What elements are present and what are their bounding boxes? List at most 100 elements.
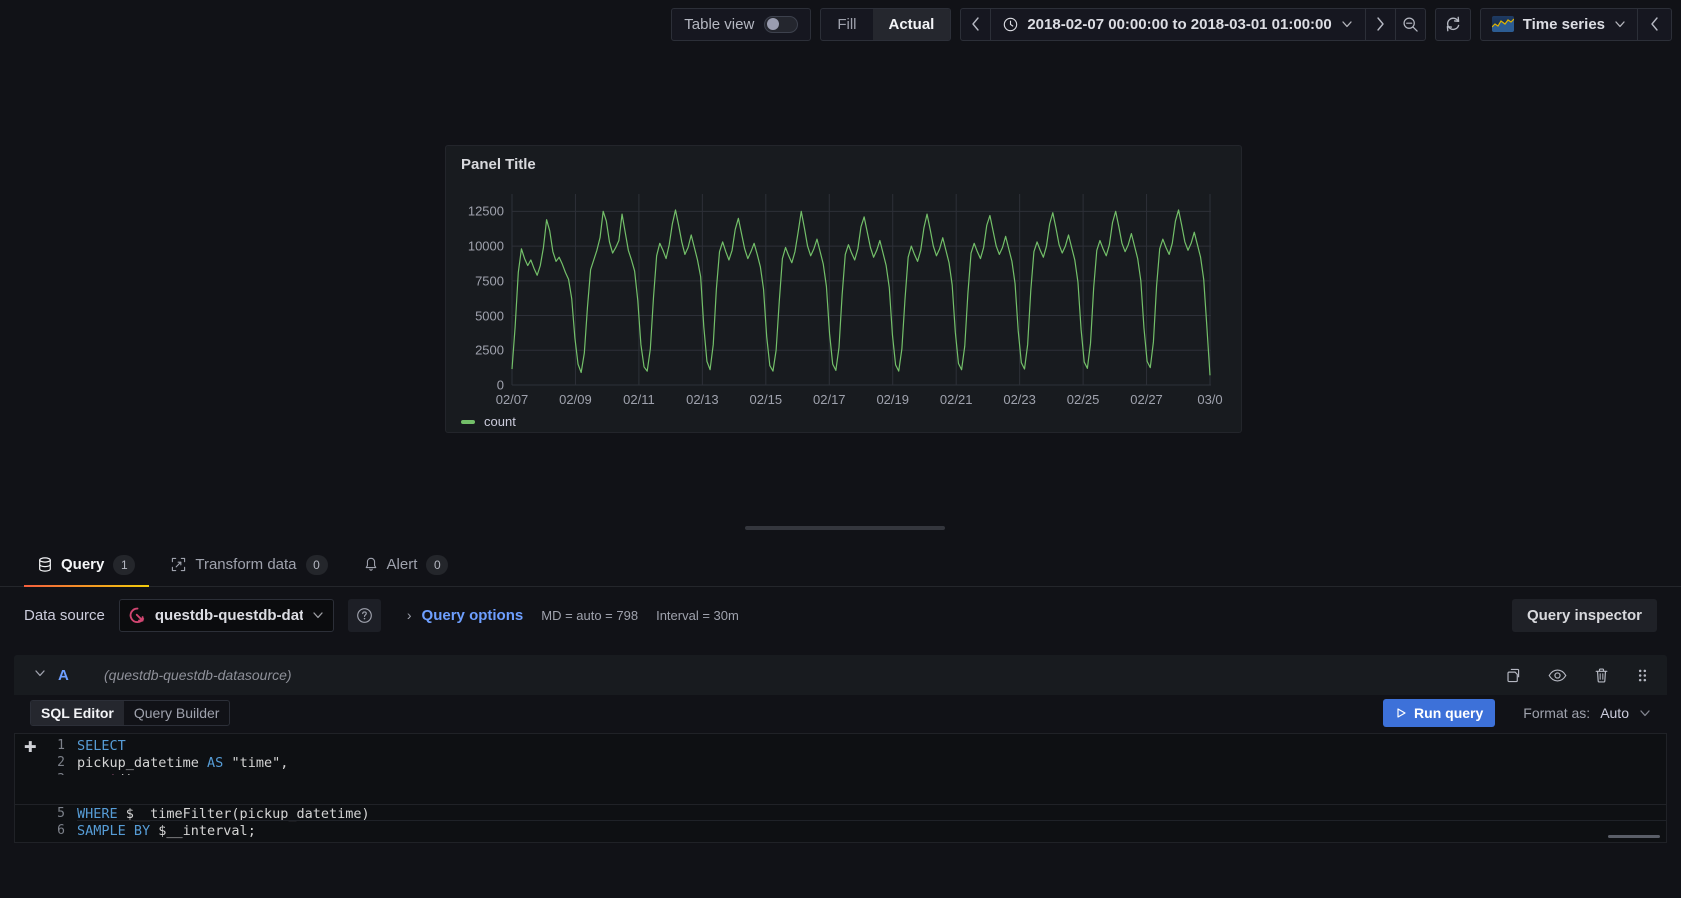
x-axis-tick-label: 02/11 — [623, 392, 655, 407]
line-number: 6 — [57, 823, 65, 838]
run-query-label: Run query — [1414, 705, 1484, 721]
max-data-points-text: MD = auto = 798 — [541, 607, 639, 623]
tab-query-label: Query — [61, 556, 105, 573]
database-icon — [39, 557, 51, 572]
fill-option[interactable]: Fill — [821, 9, 872, 40]
datasource-help-button[interactable] — [347, 598, 381, 632]
code-line[interactable]: SAMPLE BY $__interval; — [77, 823, 256, 839]
tab-query-badge: 1 — [113, 554, 136, 575]
x-axis-tick-label: 02/07 — [495, 392, 529, 407]
query-ref-id[interactable]: A — [58, 667, 100, 684]
line-number: 1 — [57, 738, 65, 753]
code-line[interactable]: pickup_datetime AS "time", — [77, 755, 288, 771]
collapse-options-pane-button[interactable] — [1637, 8, 1671, 40]
format-as-control[interactable]: Format as: Auto — [1505, 705, 1651, 721]
x-axis-tick-label: 02/23 — [1003, 392, 1036, 407]
run-query-button[interactable]: Run query — [1383, 699, 1496, 727]
play-icon — [1397, 708, 1406, 718]
actual-option[interactable]: Actual — [872, 8, 951, 40]
query-builder-tab[interactable]: Query Builder — [124, 701, 230, 725]
code-line-separator — [77, 820, 1666, 821]
time-range-picker[interactable]: 2018-02-07 00:00:00 to 2018-03-01 01:00:… — [960, 7, 1426, 41]
chevron-down-icon — [1640, 710, 1650, 717]
query-datasource-note: (questdb-questdb-datasource) — [104, 667, 292, 683]
chevron-down-icon — [1615, 21, 1625, 28]
time-series-plot[interactable] — [446, 184, 1243, 389]
query-collapse-button[interactable] — [26, 666, 54, 684]
query-editor-toolbar: SQL Editor Query Builder Run query Forma… — [14, 695, 1667, 731]
code-token: $__interval; — [150, 823, 256, 839]
table-view-switch[interactable] — [764, 15, 799, 33]
drag-handle-icon[interactable] — [1636, 667, 1649, 684]
editor-scrollbar[interactable] — [1608, 835, 1660, 838]
chevron-left-icon — [972, 17, 979, 31]
x-axis-tick-label: 02/15 — [749, 392, 783, 407]
code-line[interactable]: SELECT — [77, 738, 126, 754]
tab-transform-data[interactable]: Transform data 0 — [157, 543, 341, 586]
time-range-button[interactable]: 2018-02-07 00:00:00 to 2018-03-01 01:00:… — [991, 9, 1364, 40]
zoom-out-icon — [1403, 16, 1418, 32]
tab-alert-badge: 0 — [426, 554, 449, 575]
panel-edit-toolbar: Table view Fill Actual 2018-02-07 00:00:… — [0, 0, 1681, 48]
editor-mode-toggle[interactable]: SQL Editor Query Builder — [30, 700, 231, 726]
time-shift-back-button[interactable] — [961, 8, 992, 40]
tab-alert-label: Alert — [386, 556, 418, 573]
legend-series-label: count — [484, 414, 516, 429]
x-axis-tick-label: 02/19 — [876, 392, 909, 407]
line-number: 5 — [57, 806, 65, 821]
query-actions — [1505, 667, 1655, 684]
transform-icon — [172, 557, 186, 572]
chevron-right-icon: › — [406, 607, 412, 623]
query-editor-header: A (questdb-questdb-datasource) — [14, 655, 1667, 695]
pane-resize-handle[interactable] — [745, 526, 945, 530]
chevron-down-icon — [1342, 21, 1352, 28]
code-token: SAMPLE BY — [77, 823, 151, 839]
viz-picker-button[interactable]: Time series — [1481, 9, 1637, 40]
datasource-picker[interactable]: questdb-questdb-dataso — [118, 598, 334, 632]
zoom-out-time-range-button[interactable] — [1394, 8, 1425, 40]
sql-editor-footer — [14, 775, 1667, 805]
duplicate-query-icon[interactable] — [1505, 667, 1522, 684]
tab-alert[interactable]: Alert 0 — [350, 543, 463, 586]
time-shift-forward-button[interactable] — [1364, 8, 1395, 40]
x-axis-labels: 02/07 02/09 02/11 02/13 02/15 02/17 02/19 02/21… — [446, 389, 1243, 411]
time-range-text: 2018-02-07 00:00:00 to 2018-03-01 01:00:… — [1027, 15, 1332, 33]
tab-query[interactable]: Query 1 — [24, 543, 150, 587]
format-as-value: Auto — [1600, 705, 1629, 721]
fill-actual-segmented-control[interactable]: Fill Actual — [820, 7, 952, 41]
chevron-left-icon — [1650, 17, 1658, 31]
x-axis-tick-label: 02/09 — [559, 392, 592, 407]
table-view-toggle[interactable]: Table view — [671, 7, 812, 41]
delete-query-icon[interactable] — [1593, 667, 1610, 684]
add-line-icon[interactable]: ✚ — [24, 740, 37, 755]
tab-transform-label: Transform data — [195, 556, 297, 573]
x-axis-tick-label: 03/0 — [1197, 392, 1223, 407]
questdb-logo-icon — [129, 607, 144, 623]
clock-icon — [1004, 17, 1018, 31]
viz-type-label: Time series — [1522, 15, 1605, 33]
query-inspector-button[interactable]: Query inspector — [1511, 598, 1657, 632]
panel-legend[interactable]: count — [461, 414, 516, 429]
format-as-label: Format as: — [1523, 705, 1591, 721]
query-options-label: Query options — [421, 606, 524, 624]
code-token: "time", — [223, 755, 289, 771]
x-axis-tick-label: 02/13 — [686, 392, 719, 407]
visualization-picker[interactable]: Time series — [1479, 7, 1672, 41]
chevron-down-icon — [35, 670, 45, 677]
sql-editor-tab[interactable]: SQL Editor — [31, 701, 124, 725]
datasource-row: Data source questdb-questdb-dataso › Que… — [0, 587, 1681, 643]
legend-color-swatch — [461, 419, 475, 424]
query-options-toggle[interactable]: › Query options MD = auto = 798 Interval… — [407, 607, 739, 624]
code-token: AS — [207, 755, 224, 771]
tab-transform-badge: 0 — [305, 554, 328, 575]
query-editor-row: A (questdb-questdb-datasource) SQL Edito… — [14, 655, 1667, 843]
chevron-down-icon — [313, 612, 323, 619]
interval-text: Interval = 30m — [656, 607, 739, 623]
refresh-dashboard-button[interactable] — [1434, 7, 1471, 41]
toggle-visibility-icon[interactable] — [1548, 667, 1567, 684]
panel-preview[interactable]: Panel Title 0 2500 5000 7500 10000 12500 02/0… — [445, 145, 1242, 433]
x-axis-tick-label: 02/21 — [939, 392, 973, 407]
time-series-thumbnail-icon — [1491, 16, 1514, 32]
x-axis-tick-label: 02/25 — [1066, 392, 1100, 407]
datasource-selected-name: questdb-questdb-dataso — [154, 606, 303, 624]
